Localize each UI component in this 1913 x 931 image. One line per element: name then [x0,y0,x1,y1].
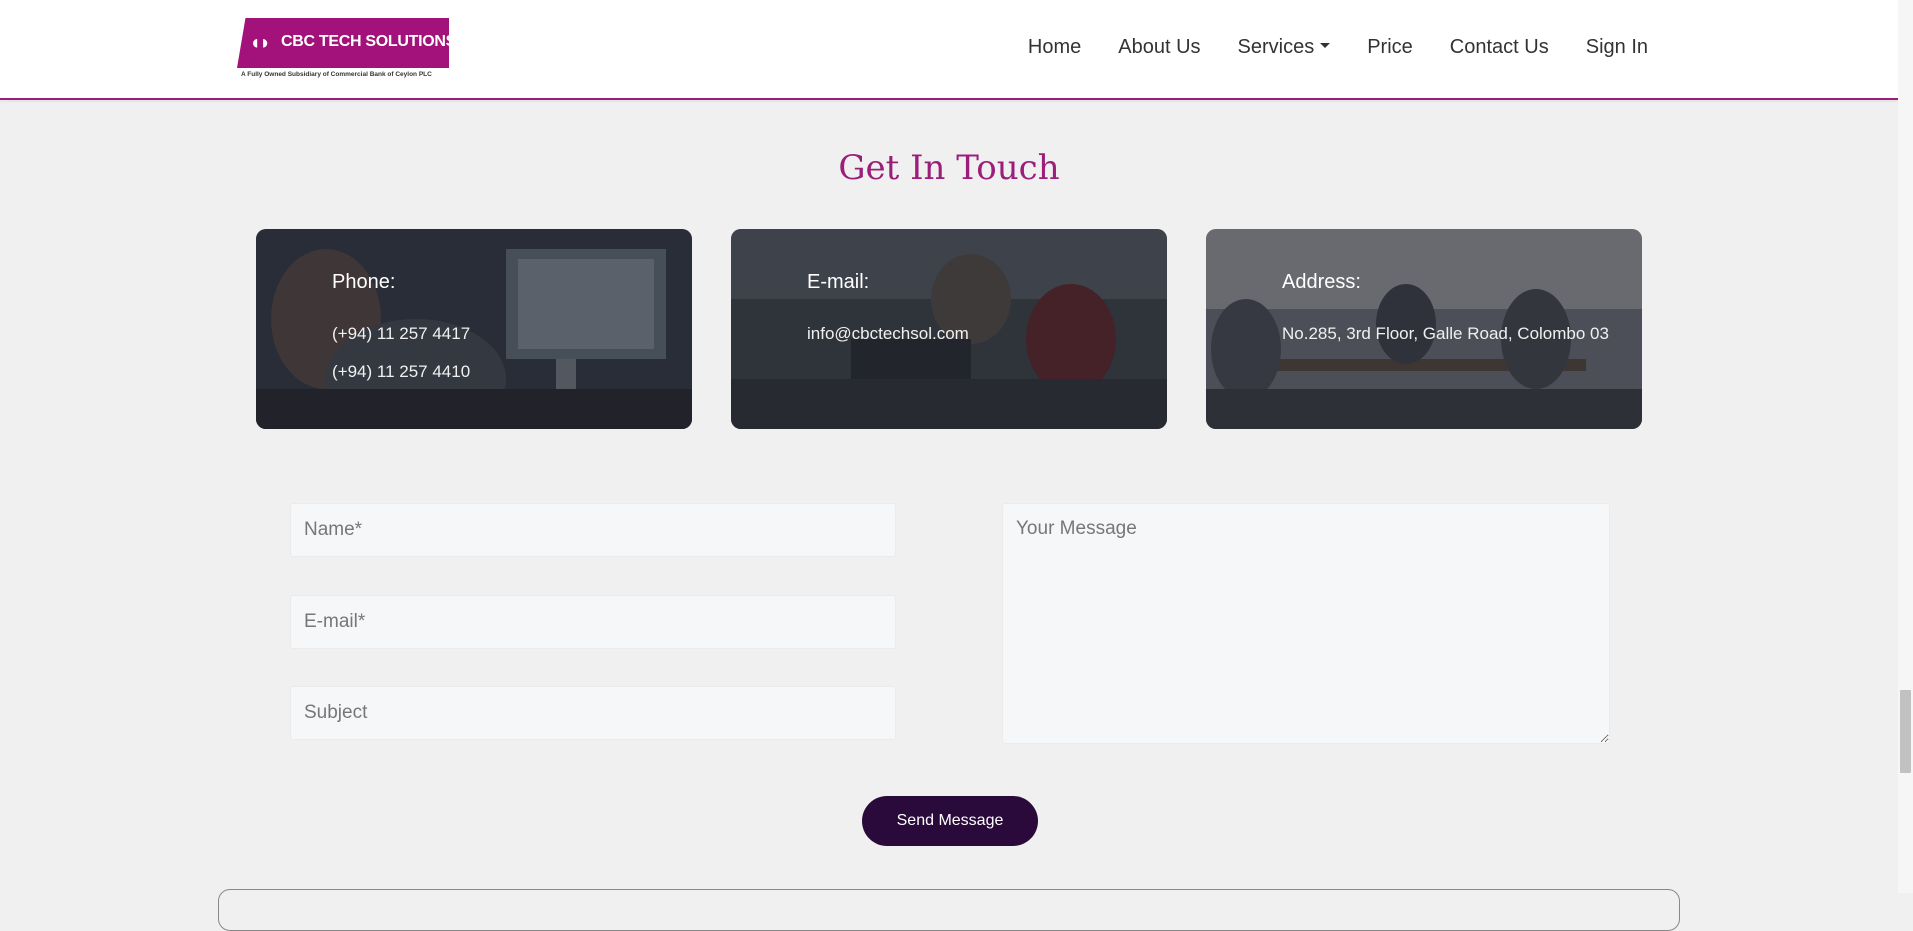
email-input[interactable] [290,595,896,649]
logo-tagline: A Fully Owned Subsidiary of Commercial B… [241,71,432,78]
scrollbar-thumb[interactable] [1900,690,1911,773]
address-label: Address: [1282,271,1361,293]
name-input[interactable] [290,503,896,557]
card-overlay [256,229,692,429]
email-label: E-mail: [807,271,870,293]
page-scrollbar[interactable] [1898,0,1913,893]
address-card: Address: No.285, 3rd Floor, Galle Road, … [1206,229,1642,429]
logo-name: CBC TECH SOLUTIONS [281,33,457,50]
main-nav: Home About Us Services Price Contact Us … [1028,36,1648,59]
nav-sign-in[interactable]: Sign In [1586,36,1648,59]
phone-label: Phone: [332,271,396,293]
phone-card: Phone: (+94) 11 257 4417 (+94) 11 257 44… [256,229,692,429]
footer-panel [218,889,1680,931]
logo-badge: ◖◗ CBC TECH SOLUTIONS [237,18,449,68]
nav-services-label: Services [1237,36,1315,58]
address-text: No.285, 3rd Floor, Galle Road, Colombo 0… [1282,324,1609,343]
nav-contact-us[interactable]: Contact Us [1450,36,1549,59]
nav-about-us[interactable]: About Us [1118,36,1200,59]
phone-number[interactable]: (+94) 11 257 4410 [332,362,470,382]
nav-services[interactable]: Services [1238,36,1331,59]
company-logo[interactable]: ◖◗ CBC TECH SOLUTIONS A Fully Owned Subs… [237,18,451,82]
site-header: ◖◗ CBC TECH SOLUTIONS A Fully Owned Subs… [0,0,1898,100]
phone-number[interactable]: (+94) 11 257 4417 [332,324,470,344]
page-title: Get In Touch [838,148,1060,188]
email-address[interactable]: info@cbctechsol.com [807,324,969,344]
send-message-button[interactable]: Send Message [862,796,1038,846]
logo-mark-icon: ◖◗ [249,32,271,54]
nav-price[interactable]: Price [1367,36,1413,59]
caret-down-icon [1320,43,1331,49]
nav-home[interactable]: Home [1028,36,1081,59]
message-textarea[interactable] [1002,503,1610,744]
subject-input[interactable] [290,686,896,740]
email-card: E-mail: info@cbctechsol.com [731,229,1167,429]
